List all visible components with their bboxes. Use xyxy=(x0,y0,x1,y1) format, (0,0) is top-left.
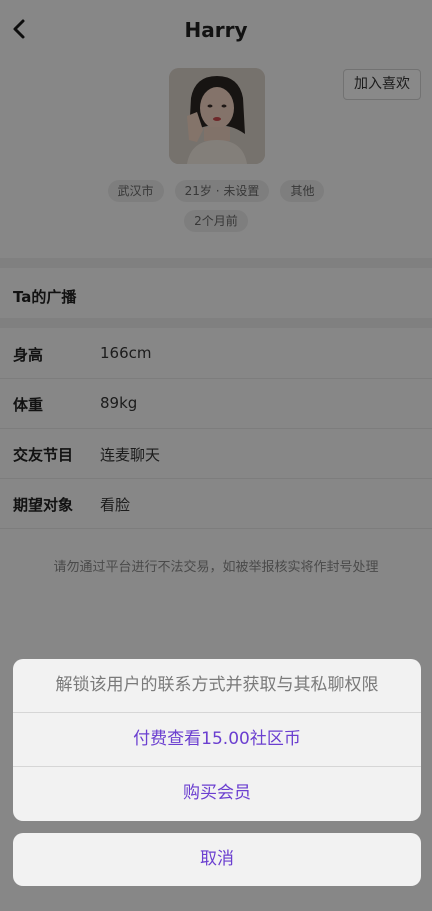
action-sheet-header: 解锁该用户的联系方式并获取与其私聊权限 xyxy=(55,675,379,695)
action-sheet: 解锁该用户的联系方式并获取与其私聊权限 付费查看15.00社区币 购买会员 xyxy=(13,659,421,821)
pay-to-view-button[interactable]: 付费查看15.00社区币 xyxy=(13,713,421,766)
buy-membership-button[interactable]: 购买会员 xyxy=(13,767,421,820)
cancel-button[interactable]: 取消 xyxy=(13,833,421,886)
